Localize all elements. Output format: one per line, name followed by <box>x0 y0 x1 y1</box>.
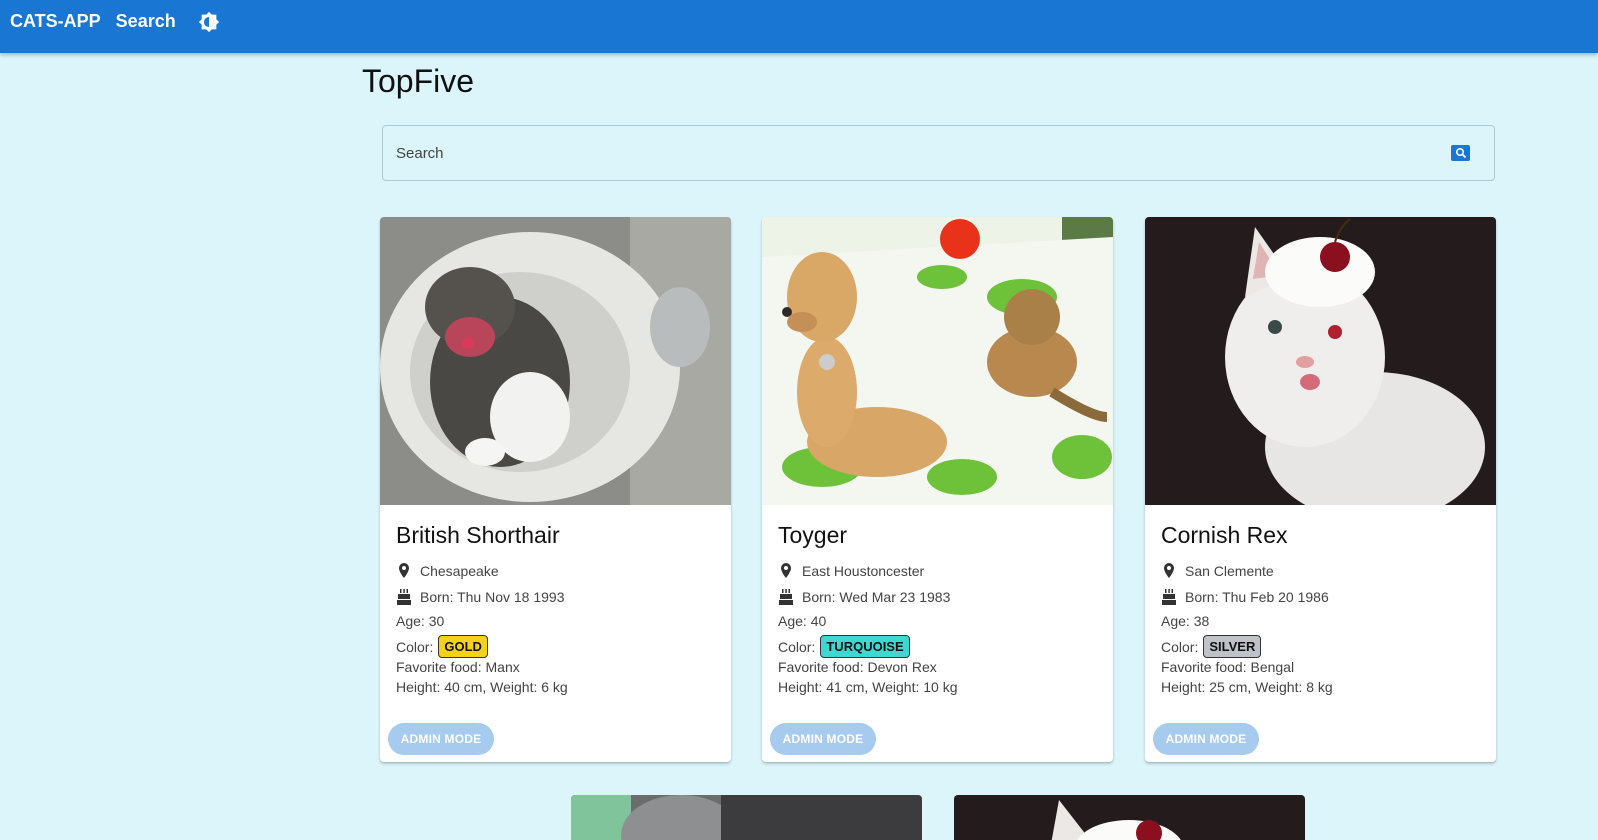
cat-card: Toyger East Houstoncester Born: Wed Mar … <box>762 217 1113 762</box>
born-text: Born: Thu Nov 18 1993 <box>420 589 565 605</box>
born-row: Born: Thu Nov 18 1993 <box>396 588 565 606</box>
app-bar: CATS-APP Search <box>0 0 1598 53</box>
born-text: Born: Thu Feb 20 1986 <box>1185 589 1329 605</box>
cat-card-partial <box>954 795 1305 840</box>
location-text: San Clemente <box>1185 563 1274 579</box>
location-row: San Clemente <box>1161 562 1274 580</box>
size-text: Height: 41 cm, Weight: 10 kg <box>778 679 958 695</box>
color-label: Color: <box>396 638 434 655</box>
search-input[interactable] <box>383 126 1451 180</box>
cake-icon <box>397 589 411 605</box>
cat-photo <box>762 217 1113 505</box>
brightness-icon[interactable] <box>198 11 220 33</box>
color-label: Color: <box>1161 638 1199 655</box>
color-badge: GOLD <box>438 635 488 658</box>
location-text: East Houstoncester <box>802 563 925 579</box>
search-icon <box>1455 147 1466 159</box>
brand-link[interactable]: CATS-APP <box>10 11 101 32</box>
food-text: Favorite food: Devon Rex <box>778 659 937 675</box>
admin-mode-button[interactable]: ADMIN MODE <box>1153 723 1259 755</box>
food-text: Favorite food: Bengal <box>1161 659 1295 675</box>
born-text: Born: Wed Mar 23 1983 <box>802 589 951 605</box>
color-row: Color: TURQUOISE <box>778 635 910 658</box>
cat-photo <box>571 795 922 840</box>
color-row: Color: GOLD <box>396 635 488 658</box>
size-text: Height: 25 cm, Weight: 8 kg <box>1161 679 1333 695</box>
location-pin-icon <box>781 563 791 578</box>
cat-photo <box>380 217 731 505</box>
age-text: Age: 40 <box>778 613 827 629</box>
born-row: Born: Wed Mar 23 1983 <box>778 588 950 606</box>
color-row: Color: SILVER <box>1161 635 1262 658</box>
size-text: Height: 40 cm, Weight: 6 kg <box>396 679 568 695</box>
cake-icon <box>1162 589 1176 605</box>
food-text: Favorite food: Manx <box>396 659 520 675</box>
cat-breed: British Shorthair <box>396 522 560 548</box>
cake-icon <box>779 589 793 605</box>
location-text: Chesapeake <box>420 563 499 579</box>
age-text: Age: 38 <box>1161 613 1210 629</box>
location-row: East Houstoncester <box>778 562 924 580</box>
admin-mode-button[interactable]: ADMIN MODE <box>388 723 494 755</box>
page-title: TopFive <box>362 63 475 99</box>
search-box <box>382 125 1495 181</box>
cat-card-partial <box>571 795 922 840</box>
color-badge: SILVER <box>1203 635 1262 658</box>
cat-breed: Cornish Rex <box>1161 522 1288 548</box>
location-pin-icon <box>399 563 409 578</box>
nav-search-link[interactable]: Search <box>116 11 176 32</box>
cat-breed: Toyger <box>778 522 848 548</box>
admin-mode-button[interactable]: ADMIN MODE <box>770 723 876 755</box>
cat-card: Cornish Rex San Clemente Born: Thu Feb 2… <box>1145 217 1496 762</box>
cat-photo <box>1145 217 1496 505</box>
location-pin-icon <box>1164 563 1174 578</box>
cat-card: British Shorthair Chesapeake Born: Thu N… <box>380 217 731 762</box>
color-badge: TURQUOISE <box>820 635 910 658</box>
age-text: Age: 30 <box>396 613 445 629</box>
born-row: Born: Thu Feb 20 1986 <box>1161 588 1329 606</box>
color-label: Color: <box>778 638 816 655</box>
search-button[interactable] <box>1451 145 1470 161</box>
cat-photo <box>954 795 1305 840</box>
location-row: Chesapeake <box>396 562 499 580</box>
